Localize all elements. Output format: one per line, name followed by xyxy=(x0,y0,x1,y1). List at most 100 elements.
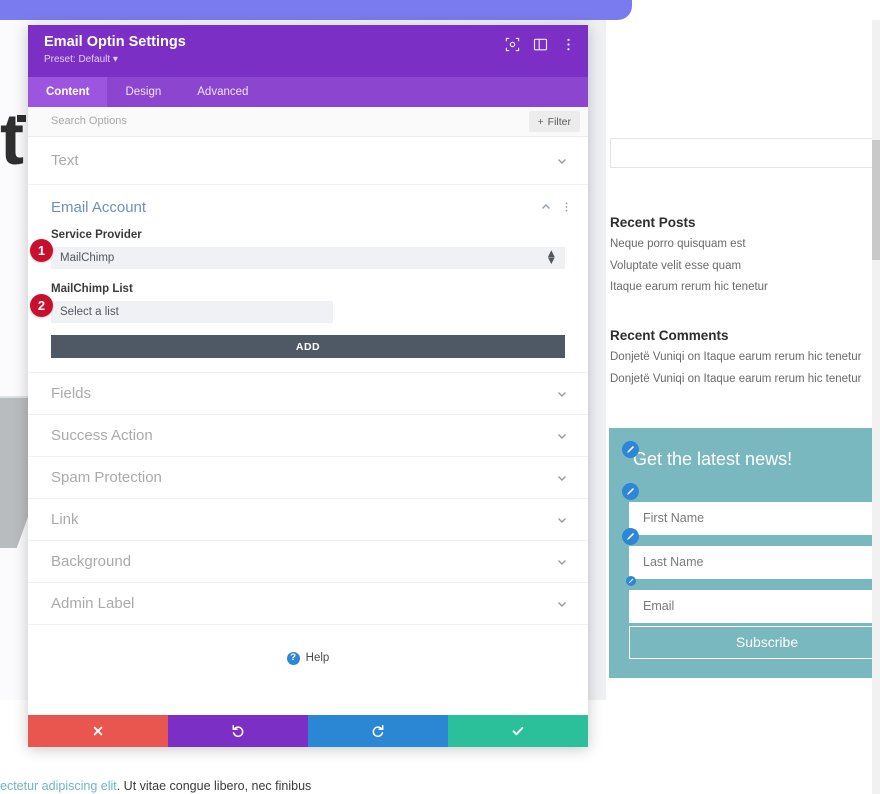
chevron-up-icon[interactable] xyxy=(540,201,552,213)
modal-tabs: Content Design Advanced xyxy=(28,77,588,107)
section-email-account-header[interactable]: Email Account xyxy=(28,185,588,229)
page-scrollbar-track[interactable] xyxy=(872,20,880,794)
question-mark-icon: ? xyxy=(287,652,300,665)
optin-email-placeholder: Email xyxy=(643,599,674,613)
optin-subscribe-label: Subscribe xyxy=(630,627,880,658)
tab-content[interactable]: Content xyxy=(28,77,107,107)
section-header-icons xyxy=(540,201,572,213)
section-email-account-label: Email Account xyxy=(51,199,146,216)
footer-link[interactable]: ectetur adipiscing elit xyxy=(0,779,117,793)
more-vertical-icon[interactable] xyxy=(561,201,572,213)
redo-icon xyxy=(371,724,385,738)
chevron-down-icon xyxy=(556,514,568,526)
screen: t ectetur adipiscing elit. Ut vitae cong… xyxy=(0,0,880,794)
section-success-action[interactable]: Success Action xyxy=(28,415,588,457)
x-icon xyxy=(92,725,104,737)
page-scrollbar-thumb[interactable] xyxy=(872,140,880,260)
service-provider-select[interactable]: MailChimp ▲▼ xyxy=(51,247,565,269)
optin-first-name-field[interactable]: First Name xyxy=(629,502,880,535)
filter-button[interactable]: + Filter xyxy=(529,111,580,132)
modal-title: Email Optin Settings xyxy=(44,34,186,50)
modal-body: Text Email Account xyxy=(28,137,588,715)
filter-label: Filter xyxy=(548,116,571,128)
chevron-down-icon xyxy=(556,155,568,167)
check-icon xyxy=(511,724,525,738)
recent-posts-heading: Recent Posts xyxy=(610,215,696,230)
modal-footer xyxy=(28,715,588,747)
edit-pencil-icon[interactable] xyxy=(622,483,639,500)
site-top-bar xyxy=(0,0,632,20)
section-success-action-label: Success Action xyxy=(51,427,153,444)
optin-email-field[interactable]: Email xyxy=(629,590,880,623)
edit-pencil-icon[interactable] xyxy=(626,576,636,586)
section-spam-protection-label: Spam Protection xyxy=(51,469,162,486)
select-stepper-icon: ▲▼ xyxy=(546,251,557,265)
plus-icon: + xyxy=(538,116,544,128)
section-text-label: Text xyxy=(51,152,79,169)
close-button[interactable] xyxy=(28,715,168,747)
more-vertical-icon[interactable] xyxy=(561,37,576,52)
panel-layout-icon[interactable] xyxy=(533,37,548,52)
chevron-down-icon xyxy=(556,388,568,400)
tab-advanced[interactable]: Advanced xyxy=(179,77,266,107)
help-label: Help xyxy=(306,652,330,664)
page-footer-paragraph: ectetur adipiscing elit. Ut vitae congue… xyxy=(0,779,600,793)
add-button-label: ADD xyxy=(296,341,320,353)
step-badge-1: 1 xyxy=(30,239,53,262)
modal-header-icons xyxy=(505,37,576,52)
chevron-down-icon xyxy=(556,430,568,442)
section-fields[interactable]: Fields xyxy=(28,373,588,415)
mailchimp-list-select[interactable]: Select a list xyxy=(51,301,333,323)
section-email-account: Email Account Service Provider xyxy=(28,185,588,373)
modal-search-bar: Search Options + Filter xyxy=(28,107,588,137)
modal-preset-label: Preset: Default xyxy=(44,54,110,65)
optin-last-name-field[interactable]: Last Name xyxy=(629,546,880,579)
recent-post-item[interactable]: Neque porro quisquam est xyxy=(610,238,746,250)
tab-design[interactable]: Design xyxy=(107,77,179,107)
optin-last-name-placeholder: Last Name xyxy=(643,555,703,569)
mailchimp-list-label: MailChimp List xyxy=(28,283,588,295)
edit-pencil-icon[interactable] xyxy=(622,528,639,545)
edit-pencil-icon[interactable] xyxy=(622,441,639,458)
footer-rest: . Ut vitae congue libero, nec finibus xyxy=(117,779,312,793)
section-admin-label[interactable]: Admin Label xyxy=(28,583,588,625)
optin-title: Get the latest news! xyxy=(633,449,792,470)
chevron-down-icon xyxy=(556,556,568,568)
mailchimp-list-wrap: Select a list xyxy=(28,301,588,323)
optin-subscribe-button[interactable]: Subscribe xyxy=(629,626,880,659)
chevron-down-icon xyxy=(556,472,568,484)
sidebar-search-input[interactable] xyxy=(610,138,880,168)
search-options-input[interactable]: Search Options xyxy=(51,115,127,127)
help-link[interactable]: ? Help xyxy=(28,637,588,679)
optin-first-name-placeholder: First Name xyxy=(643,511,704,525)
section-background[interactable]: Background xyxy=(28,541,588,583)
recent-post-item[interactable]: Itaque earum rerum hic tenetur xyxy=(610,281,768,293)
undo-icon xyxy=(231,724,245,738)
section-spam-protection[interactable]: Spam Protection xyxy=(28,457,588,499)
section-fields-label: Fields xyxy=(51,385,91,402)
section-link-label: Link xyxy=(51,511,79,528)
section-link[interactable]: Link xyxy=(28,499,588,541)
target-icon[interactable] xyxy=(505,37,520,52)
add-button[interactable]: ADD xyxy=(51,335,565,358)
modal-header: Email Optin Settings Preset: Default ▾ xyxy=(28,25,588,77)
recent-post-item[interactable]: Voluptate velit esse quam xyxy=(610,260,741,272)
modal-preset-selector[interactable]: Preset: Default ▾ xyxy=(44,54,118,65)
recent-comment-item[interactable]: Donjetë Vuniqi on Itaque earum rerum hic… xyxy=(610,351,861,363)
site-sidebar: Recent Posts Neque porro quisquam est Vo… xyxy=(606,20,880,770)
service-provider-wrap: MailChimp ▲▼ xyxy=(28,247,588,269)
section-admin-label-label: Admin Label xyxy=(51,595,134,612)
service-provider-label: Service Provider xyxy=(28,229,588,241)
recent-comment-item[interactable]: Donjetë Vuniqi on Itaque earum rerum hic… xyxy=(610,373,861,385)
mailchimp-list-value: Select a list xyxy=(60,306,119,318)
section-background-label: Background xyxy=(51,553,131,570)
undo-button[interactable] xyxy=(168,715,308,747)
recent-comments-heading: Recent Comments xyxy=(610,328,729,343)
email-optin-settings-modal: Email Optin Settings Preset: Default ▾ xyxy=(28,25,588,747)
headline-dot xyxy=(17,115,26,122)
section-text[interactable]: Text xyxy=(28,137,588,185)
optin-widget-preview: Get the latest news! First Name Last Nam… xyxy=(609,428,880,678)
save-button[interactable] xyxy=(448,715,588,747)
redo-button[interactable] xyxy=(308,715,448,747)
chevron-down-icon xyxy=(556,598,568,610)
